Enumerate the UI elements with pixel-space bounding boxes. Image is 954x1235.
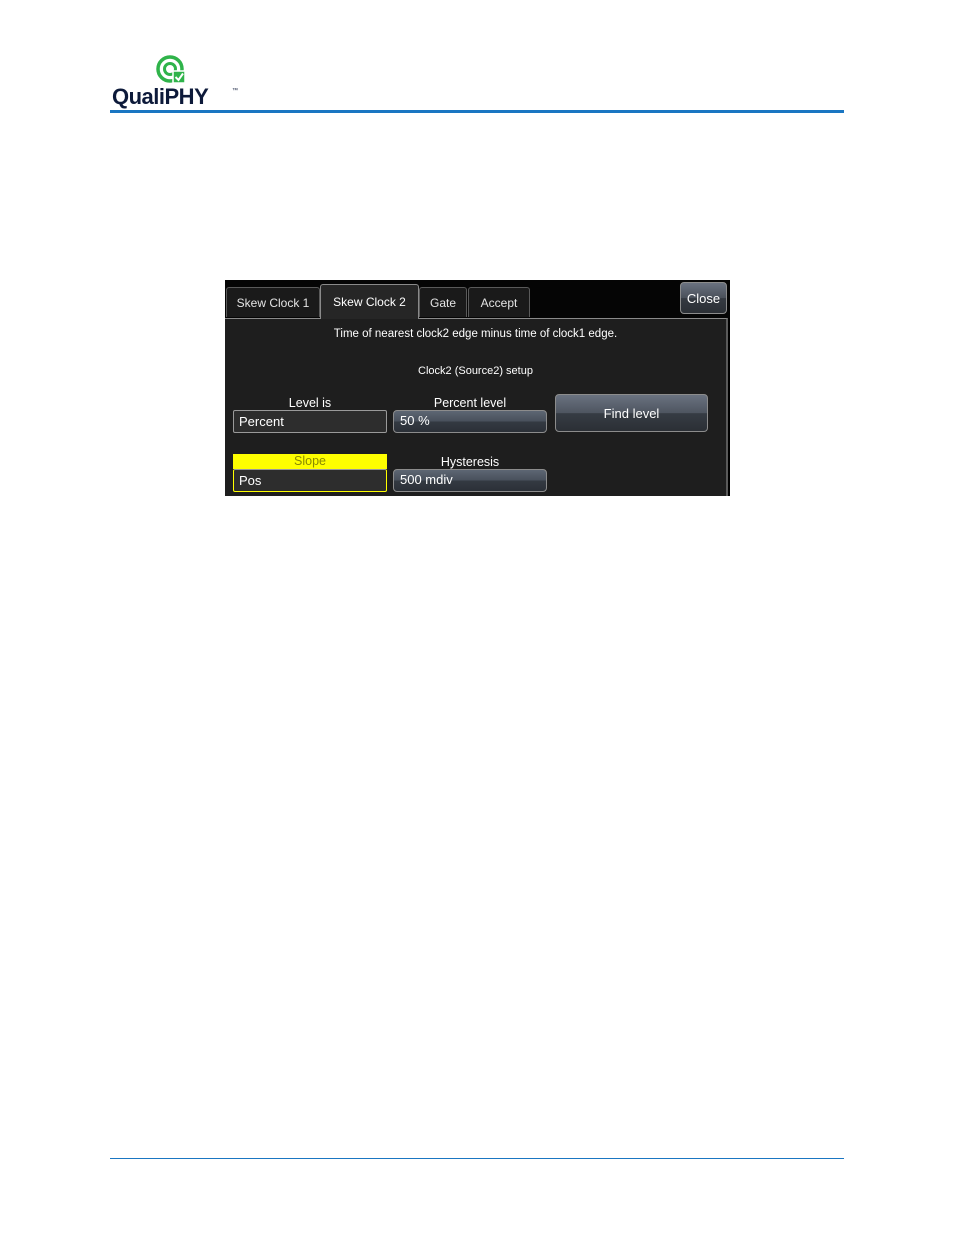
close-button[interactable]: Close — [680, 282, 727, 314]
tab-gate[interactable]: Gate — [419, 287, 467, 317]
slope-select[interactable]: Pos — [233, 469, 387, 492]
section-title: Clock2 (Source2) setup — [418, 365, 533, 377]
hysteresis-label: Hysteresis — [440, 455, 500, 469]
skew-clock-2-panel: Time of nearest clock2 edge minus time o… — [225, 318, 728, 496]
skew-setup-dialog: Skew Clock 1 Skew Clock 2 Gate Accept Cl… — [225, 280, 730, 496]
tab-skew-clock-2[interactable]: Skew Clock 2 — [320, 284, 419, 319]
tab-accept[interactable]: Accept — [468, 287, 530, 317]
footer-rule — [110, 1158, 844, 1159]
percent-level-input[interactable]: 50 % — [393, 410, 547, 433]
qualiphy-logo-icon — [156, 55, 186, 84]
find-level-button[interactable]: Find level — [555, 394, 708, 432]
tab-bar: Skew Clock 1 Skew Clock 2 Gate Accept Cl… — [225, 280, 730, 319]
slope-label: Slope — [233, 454, 387, 469]
level-is-select[interactable]: Percent — [233, 410, 387, 433]
logo-text: QualiPHY — [112, 84, 209, 109]
measurement-description: Time of nearest clock2 edge minus time o… — [333, 328, 618, 340]
hysteresis-input[interactable]: 500 mdiv — [393, 469, 547, 492]
header-rule — [110, 110, 844, 113]
tab-skew-clock-1[interactable]: Skew Clock 1 — [226, 287, 320, 317]
logo-trademark: ™ — [232, 88, 238, 94]
percent-level-label: Percent level — [433, 396, 507, 410]
qualiphy-logo: QualiPHY ™ — [110, 54, 250, 112]
level-is-label: Level is — [288, 396, 332, 410]
